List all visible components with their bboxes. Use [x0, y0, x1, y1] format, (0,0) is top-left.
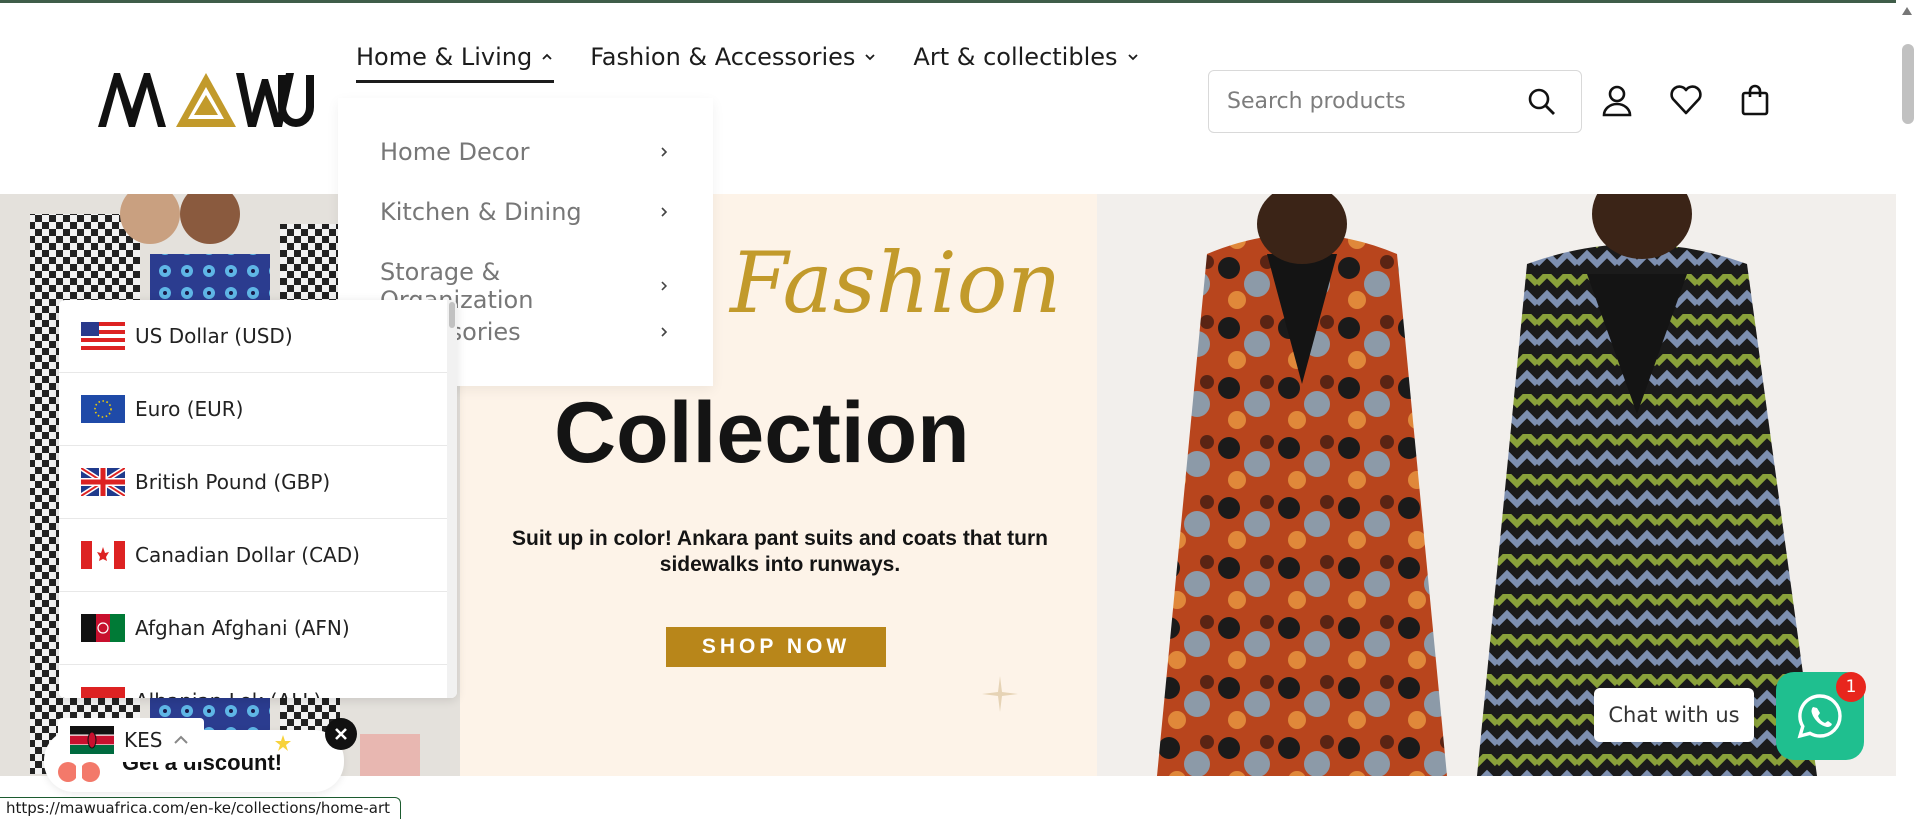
eu-flag-icon	[81, 395, 125, 423]
chat-unread-badge: 1	[1836, 672, 1866, 702]
nav-art-collectibles[interactable]: Art & collectibles	[913, 37, 1139, 77]
chevron-down-icon	[865, 54, 876, 61]
currency-label: US Dollar (USD)	[135, 324, 293, 348]
chevron-down-icon	[1127, 54, 1138, 61]
search-icon[interactable]	[1527, 87, 1557, 117]
sparkle-icon	[982, 676, 1018, 712]
submenu-item-label: Home Decor	[380, 138, 530, 166]
us-flag-icon	[81, 322, 125, 350]
shop-now-button[interactable]: SHOP NOW	[666, 627, 886, 667]
nav-fashion-accessories-label: Fashion & Accessories	[590, 43, 856, 71]
main-nav: Home & Living Fashion & Accessories Art …	[356, 37, 1140, 83]
hero-tagline: Suit up in color! Ankara pant suits and …	[512, 527, 1048, 576]
currency-option-cad[interactable]: Canadian Dollar (CAD)	[59, 519, 447, 592]
hero-script-word: Fashion	[730, 234, 1062, 332]
currency-label: Albanian Lek (ALL)	[135, 689, 321, 698]
page-scrollbar-thumb[interactable]	[1902, 44, 1914, 124]
currency-scrollbar[interactable]	[447, 300, 457, 698]
currency-option-gbp[interactable]: British Pound (GBP)	[59, 446, 447, 519]
chat-with-us-label[interactable]: Chat with us	[1594, 688, 1754, 742]
chevron-right-icon	[661, 281, 668, 291]
currency-selector-toggle[interactable]: KES	[58, 718, 204, 762]
wishlist-heart-icon[interactable]	[1669, 83, 1703, 117]
hero-headline: Collection	[554, 385, 970, 481]
submenu-item-kitchen-dining[interactable]: Kitchen & Dining	[380, 198, 670, 226]
submenu-item-home-decor[interactable]: Home Decor	[380, 138, 670, 166]
mawu-logo[interactable]	[96, 69, 316, 129]
ke-flag-icon	[70, 726, 114, 754]
account-icon[interactable]	[1600, 83, 1634, 117]
currency-label: British Pound (GBP)	[135, 470, 331, 494]
close-discount-button[interactable]	[325, 718, 357, 750]
chevron-right-icon	[661, 327, 668, 337]
cart-bag-icon[interactable]	[1738, 83, 1772, 117]
page-scrollbar[interactable]	[1896, 0, 1918, 819]
uk-flag-icon	[81, 468, 125, 496]
nav-home-living-label: Home & Living	[356, 43, 533, 71]
nav-home-living[interactable]: Home & Living	[356, 37, 555, 83]
currency-option-usd[interactable]: US Dollar (USD)	[59, 300, 447, 373]
currency-label: Afghan Afghani (AFN)	[135, 616, 350, 640]
currency-scrollbar-thumb[interactable]	[449, 302, 455, 328]
whatsapp-icon	[1797, 694, 1842, 739]
site-header: Home & Living Fashion & Accessories Art …	[0, 3, 1896, 194]
al-flag-icon	[81, 687, 125, 698]
currency-dropdown: US Dollar (USD) Euro (EUR) British Pound…	[59, 300, 457, 698]
chevron-up-icon	[174, 735, 189, 744]
currency-option-eur[interactable]: Euro (EUR)	[59, 373, 447, 446]
currency-option-afn[interactable]: Afghan Afghani (AFN)	[59, 592, 447, 665]
search-box	[1208, 70, 1582, 133]
chevron-right-icon	[661, 207, 668, 217]
link-preview-url: https://mawuafrica.com/en-ke/collections…	[0, 797, 402, 819]
close-icon	[335, 728, 347, 740]
currency-option-all[interactable]: Albanian Lek (ALL)	[59, 665, 447, 698]
chevron-up-icon	[542, 53, 552, 60]
search-input[interactable]	[1227, 89, 1517, 114]
nav-art-collectibles-label: Art & collectibles	[913, 43, 1118, 71]
selected-currency: KES	[124, 728, 163, 752]
currency-label: Euro (EUR)	[135, 397, 244, 421]
submenu-item-label: Kitchen & Dining	[380, 198, 582, 226]
star-icon	[275, 735, 291, 751]
ca-flag-icon	[81, 541, 125, 569]
chevron-right-icon	[661, 147, 668, 157]
scroll-up-icon[interactable]	[1901, 6, 1913, 16]
nav-fashion-accessories[interactable]: Fashion & Accessories	[590, 37, 877, 77]
currency-label: Canadian Dollar (CAD)	[135, 543, 360, 567]
af-flag-icon	[81, 614, 125, 642]
